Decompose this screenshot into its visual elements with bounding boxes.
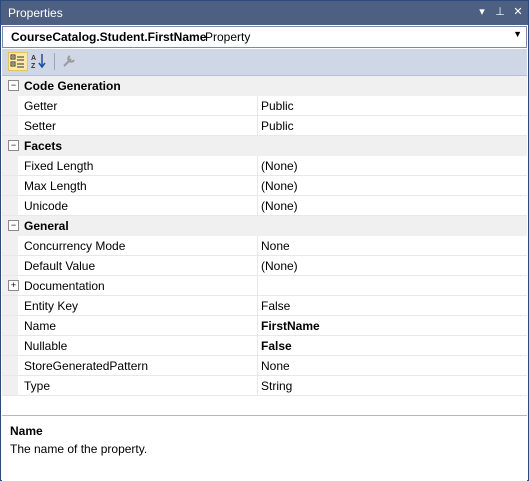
property-name: Type bbox=[24, 379, 51, 393]
toolbar: A Z bbox=[2, 49, 527, 76]
property-row-entity-key[interactable]: Entity Key False bbox=[2, 296, 527, 316]
property-name: Concurrency Mode bbox=[24, 239, 126, 253]
column-divider[interactable] bbox=[257, 96, 258, 115]
property-value[interactable]: None bbox=[261, 239, 290, 253]
description-text: The name of the property. bbox=[10, 442, 148, 456]
collapse-icon[interactable]: − bbox=[8, 80, 19, 91]
alphabetical-button[interactable]: A Z bbox=[30, 52, 50, 71]
object-selector[interactable]: CourseCatalog.Student.FirstName Property… bbox=[2, 26, 527, 48]
column-divider[interactable] bbox=[257, 256, 258, 275]
property-row-getter[interactable]: Getter Public bbox=[2, 96, 527, 116]
expand-icon[interactable]: + bbox=[8, 280, 19, 291]
row-gutter bbox=[2, 376, 18, 395]
column-divider[interactable] bbox=[257, 376, 258, 395]
property-row-concurrency-mode[interactable]: Concurrency Mode None bbox=[2, 236, 527, 256]
row-gutter bbox=[2, 336, 18, 355]
property-name: Name bbox=[24, 319, 57, 333]
column-divider[interactable] bbox=[257, 336, 258, 355]
property-pages-icon bbox=[63, 55, 75, 67]
row-gutter bbox=[2, 96, 18, 115]
property-value[interactable]: False bbox=[261, 339, 292, 353]
property-grid: − Code Generation Getter Public Setter P… bbox=[2, 76, 527, 396]
category-facets[interactable]: − Facets bbox=[2, 136, 527, 156]
pin-icon[interactable]: ⊥ bbox=[493, 4, 507, 20]
column-divider[interactable] bbox=[257, 196, 258, 215]
property-value[interactable]: None bbox=[261, 359, 290, 373]
category-general[interactable]: − General bbox=[2, 216, 527, 236]
categorized-button[interactable] bbox=[8, 52, 28, 71]
property-row-setter[interactable]: Setter Public bbox=[2, 116, 527, 136]
property-name: Nullable bbox=[24, 339, 68, 353]
column-divider[interactable] bbox=[257, 356, 258, 375]
description-title: Name bbox=[10, 424, 43, 438]
property-value[interactable]: Public bbox=[261, 99, 294, 113]
row-gutter bbox=[2, 236, 18, 255]
collapse-icon[interactable]: − bbox=[8, 140, 19, 151]
object-type: Property bbox=[205, 30, 251, 44]
property-name: Setter bbox=[24, 119, 57, 133]
property-name: StoreGeneratedPattern bbox=[24, 359, 149, 373]
column-divider[interactable] bbox=[257, 236, 258, 255]
property-row-documentation[interactable]: + Documentation bbox=[2, 276, 527, 296]
property-row-unicode[interactable]: Unicode (None) bbox=[2, 196, 527, 216]
property-row-name[interactable]: Name FirstName bbox=[2, 316, 527, 336]
property-name: Default Value bbox=[24, 259, 96, 273]
svg-text:A: A bbox=[31, 55, 36, 62]
alphabetical-icon: A Z bbox=[31, 54, 46, 70]
chevron-down-icon[interactable]: ▼ bbox=[513, 29, 522, 39]
svg-text:Z: Z bbox=[31, 63, 36, 69]
collapse-icon[interactable]: − bbox=[8, 220, 19, 231]
property-name: Fixed Length bbox=[24, 159, 94, 173]
property-value[interactable]: False bbox=[261, 299, 290, 313]
property-name: Unicode bbox=[24, 199, 69, 213]
property-value[interactable]: FirstName bbox=[261, 319, 320, 333]
column-divider[interactable] bbox=[257, 176, 258, 195]
property-value[interactable]: (None) bbox=[261, 159, 298, 173]
row-gutter bbox=[2, 316, 18, 335]
window-title: Properties bbox=[8, 6, 63, 20]
object-name: CourseCatalog.Student.FirstName bbox=[11, 30, 207, 44]
close-icon[interactable]: ✕ bbox=[511, 4, 525, 20]
column-divider[interactable] bbox=[257, 316, 258, 335]
property-value[interactable]: Public bbox=[261, 119, 294, 133]
column-divider[interactable] bbox=[257, 296, 258, 315]
row-gutter bbox=[2, 296, 18, 315]
property-value[interactable]: (None) bbox=[261, 259, 298, 273]
title-bar[interactable]: Properties ▾ ⊥ ✕ bbox=[1, 1, 528, 25]
property-row-default-value[interactable]: Default Value (None) bbox=[2, 256, 527, 276]
property-row-nullable[interactable]: Nullable False bbox=[2, 336, 527, 356]
property-name: Documentation bbox=[24, 279, 105, 293]
property-name: Getter bbox=[24, 99, 58, 113]
window-dropdown-icon[interactable]: ▾ bbox=[475, 4, 489, 20]
category-code-generation[interactable]: − Code Generation bbox=[2, 76, 527, 96]
row-gutter bbox=[2, 116, 18, 135]
category-label: General bbox=[24, 219, 69, 233]
property-row-fixed-length[interactable]: Fixed Length (None) bbox=[2, 156, 527, 176]
category-label: Code Generation bbox=[24, 79, 121, 93]
column-divider[interactable] bbox=[257, 116, 258, 135]
property-name: Entity Key bbox=[24, 299, 79, 313]
property-value[interactable]: (None) bbox=[261, 179, 298, 193]
property-row-type[interactable]: Type String bbox=[2, 376, 527, 396]
property-value[interactable]: (None) bbox=[261, 199, 298, 213]
property-row-store-generated-pattern[interactable]: StoreGeneratedPattern None bbox=[2, 356, 527, 376]
categorized-icon bbox=[10, 54, 24, 68]
row-gutter bbox=[2, 176, 18, 195]
property-row-max-length[interactable]: Max Length (None) bbox=[2, 176, 527, 196]
property-pages-button[interactable] bbox=[60, 52, 80, 71]
category-label: Facets bbox=[24, 139, 63, 153]
row-gutter bbox=[2, 256, 18, 275]
column-divider[interactable] bbox=[257, 156, 258, 175]
row-gutter bbox=[2, 356, 18, 375]
description-pane: Name The name of the property. bbox=[2, 415, 527, 481]
toolbar-separator bbox=[54, 53, 55, 70]
column-divider[interactable] bbox=[257, 276, 258, 295]
row-gutter bbox=[2, 196, 18, 215]
property-value[interactable]: String bbox=[261, 379, 292, 393]
property-name: Max Length bbox=[24, 179, 87, 193]
row-gutter bbox=[2, 156, 18, 175]
properties-window: Properties ▾ ⊥ ✕ CourseCatalog.Student.F… bbox=[0, 0, 529, 481]
